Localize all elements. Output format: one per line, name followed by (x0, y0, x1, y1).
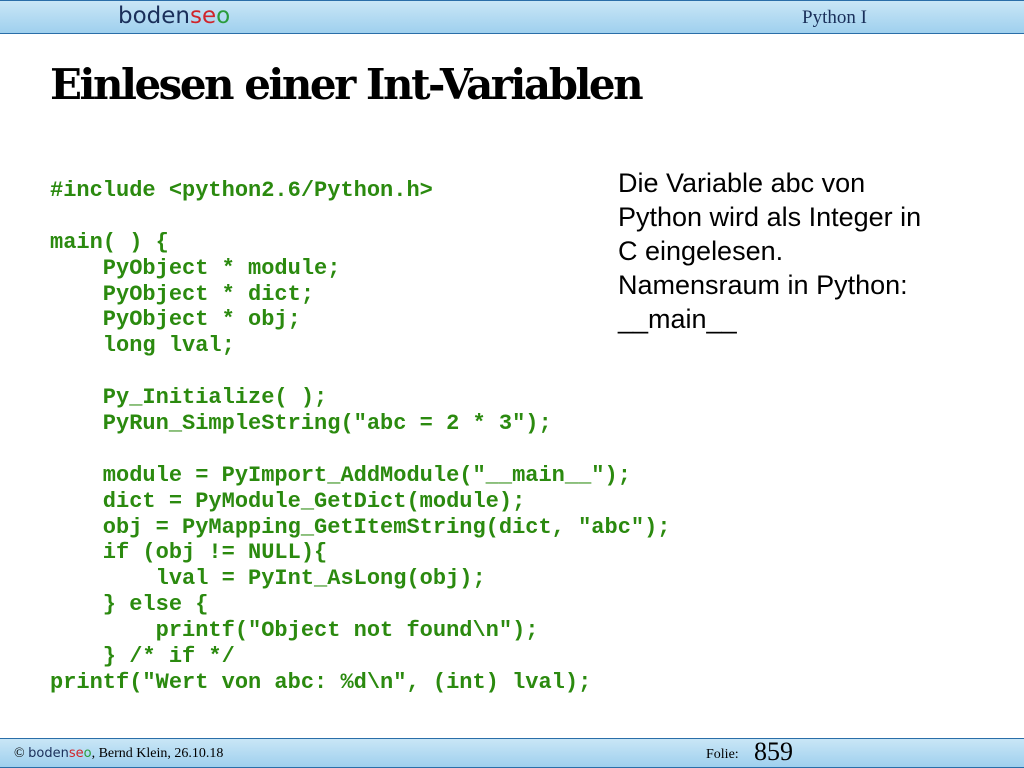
code-line: main( ) { (50, 229, 169, 255)
description-text: Die Variable abc von Python wird als Inte… (618, 166, 978, 336)
code-line: } else { (50, 592, 209, 618)
logo-text-se: se (190, 3, 217, 29)
code-line: Py_Initialize( ); (50, 385, 328, 411)
bodenseo-logo: bodenseo (118, 3, 230, 29)
description-line: C eingelesen. (618, 236, 784, 266)
code-block: #include <python2.6/Python.h> main( ) { P… (50, 178, 671, 696)
slide-title: Einlesen einer Int-Variablen (50, 60, 644, 109)
code-line: if (obj != NULL){ (50, 540, 328, 566)
logo-text-boden: boden (118, 3, 190, 29)
code-line: dict = PyModule_GetDict(module); (50, 488, 526, 514)
code-line: long lval; (50, 333, 235, 359)
footer-bar: © bodenseo, Bernd Klein, 26.10.18 Folie:… (0, 737, 1024, 768)
code-line: lval = PyInt_AsLong(obj); (50, 566, 486, 592)
code-line: #include <python2.6/Python.h> (50, 178, 433, 203)
code-line: PyObject * obj; (50, 307, 301, 333)
footer-logo-boden: boden (28, 746, 69, 761)
slide-number-label: Folie: (706, 747, 739, 762)
footer-credit: © bodenseo, Bernd Klein, 26.10.18 (14, 746, 223, 762)
author-date: , Bernd Klein, 26.10.18 (91, 746, 224, 761)
code-line: PyRun_SimpleString("abc = 2 * 3"); (50, 411, 552, 437)
code-line: module = PyImport_AddModule("__main__"); (50, 462, 631, 488)
logo-text-o: o (216, 3, 231, 29)
copyright-symbol: © (14, 746, 25, 761)
footer-logo-o: o (83, 746, 92, 761)
description-line: Namensraum in Python: (618, 270, 908, 300)
footer-logo-se: se (68, 746, 84, 761)
course-title: Python I (802, 7, 867, 28)
description-line: Python wird als Integer in (618, 202, 922, 232)
slide-number: 859 (754, 737, 793, 766)
description-line: __main__ (618, 304, 737, 334)
code-line: PyObject * dict; (50, 281, 315, 307)
code-line: printf("Object not found\n"); (50, 618, 539, 644)
code-line: } /* if */ (50, 644, 235, 670)
code-line: obj = PyMapping_GetItemString(dict, "abc… (50, 514, 671, 540)
code-line: PyObject * module; (50, 255, 341, 281)
code-line: printf("Wert von abc: %d\n", (int) lval)… (50, 669, 592, 695)
description-line: Die Variable abc von (618, 168, 866, 198)
header-bar: bodenseo Python I (0, 0, 1024, 34)
